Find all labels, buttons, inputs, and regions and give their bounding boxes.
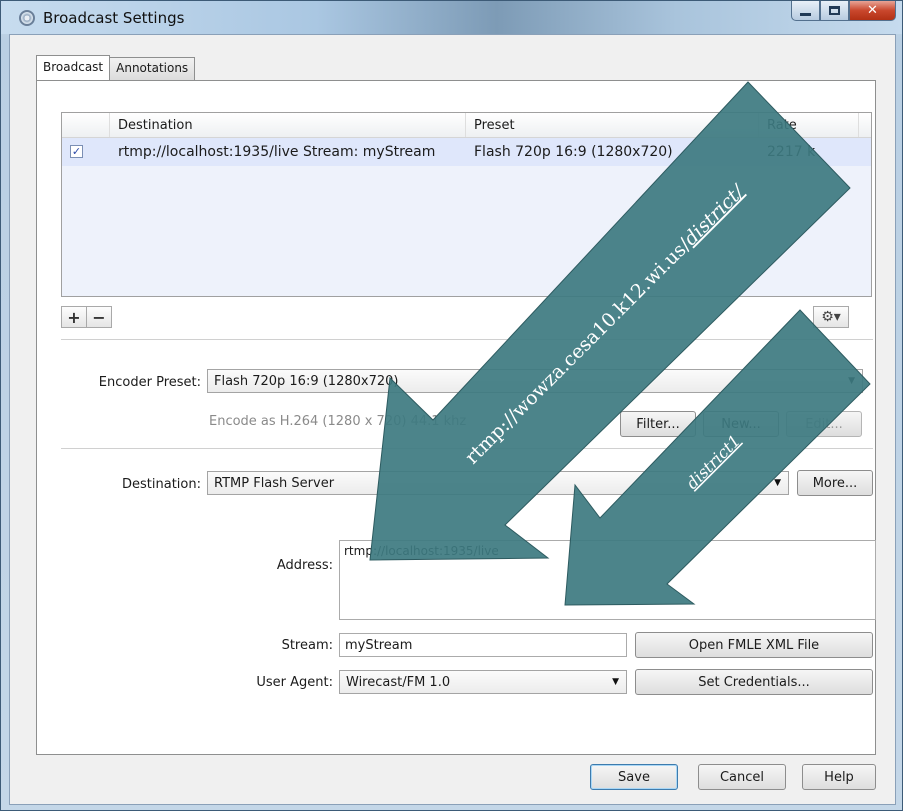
checkmark-icon: ✓ (71, 145, 82, 158)
cancel-button[interactable]: Cancel (698, 764, 786, 790)
new-preset-button[interactable]: New... (703, 411, 779, 437)
header-rate[interactable]: Rate (759, 113, 859, 137)
row-enabled-checkbox[interactable]: ✓ (70, 145, 83, 158)
encoder-hint: Encode as H.264 (1280 x 720) 44.1 khz (209, 414, 467, 429)
broadcast-tab-panel: Destination Preset Rate ✓ rtmp://localho… (36, 80, 876, 755)
open-fmle-xml-button[interactable]: Open FMLE XML File (635, 632, 873, 658)
row-checkbox-cell: ✓ (62, 138, 110, 166)
chevron-down-icon: ▼ (612, 677, 619, 687)
save-button[interactable]: Save (590, 764, 678, 790)
divider (61, 448, 873, 449)
address-label: Address: (276, 558, 333, 573)
table-header: Destination Preset Rate (62, 113, 871, 138)
maximize-button[interactable] (820, 1, 849, 21)
set-credentials-button[interactable]: Set Credentials... (635, 669, 873, 695)
window-controls: ✕ (791, 1, 896, 21)
dialog-client-area: Broadcast Annotations Destination Preset… (9, 34, 896, 805)
close-button[interactable]: ✕ (849, 1, 896, 21)
table-buttons: + − (61, 306, 112, 328)
header-checkbox-column (62, 113, 110, 137)
add-destination-button[interactable]: + (61, 306, 87, 328)
address-textarea[interactable]: rtmp://localhost:1935/live (339, 540, 876, 620)
title-bar[interactable]: Broadcast Settings ✕ (1, 1, 902, 34)
filter-button[interactable]: Filter... (620, 411, 696, 437)
app-icon (19, 10, 35, 26)
stream-label: Stream: (281, 638, 333, 653)
remove-destination-button[interactable]: − (86, 306, 112, 328)
destination-value: RTMP Flash Server (214, 476, 335, 491)
user-agent-value: Wirecast/FM 1.0 (346, 675, 451, 690)
destination-select[interactable]: RTMP Flash Server ▼ (207, 471, 789, 495)
minimize-icon (800, 12, 811, 16)
tab-annotations[interactable]: Annotations (109, 57, 196, 80)
window-title: Broadcast Settings (43, 9, 185, 27)
user-agent-label: User Agent: (256, 675, 333, 690)
help-button[interactable]: Help (802, 764, 876, 790)
gear-menu-button[interactable]: ⚙▾ (813, 306, 849, 328)
close-icon: ✕ (867, 3, 878, 18)
encoder-preset-label: Encoder Preset: (98, 375, 201, 390)
user-agent-select[interactable]: Wirecast/FM 1.0 ▼ (339, 670, 627, 694)
minus-icon: − (92, 307, 106, 327)
plus-icon: + (67, 307, 81, 327)
encoder-preset-value: Flash 720p 16:9 (1280x720) (214, 374, 399, 389)
row-destination: rtmp://localhost:1935/live Stream: myStr… (118, 144, 436, 160)
destinations-table: Destination Preset Rate ✓ rtmp://localho… (61, 112, 872, 297)
destination-label: Destination: (122, 477, 201, 492)
stream-input[interactable]: myStream (339, 633, 627, 657)
chevron-down-icon: ▼ (774, 478, 781, 488)
tab-strip: Broadcast Annotations (36, 55, 196, 80)
chevron-down-icon: ▼ (848, 376, 855, 386)
row-rate: 2217 k (767, 144, 816, 160)
row-preset: Flash 720p 16:9 (1280x720) (474, 144, 673, 160)
header-destination[interactable]: Destination (110, 113, 466, 137)
divider (61, 339, 873, 340)
header-preset[interactable]: Preset (466, 113, 759, 137)
maximize-icon (829, 6, 840, 15)
encoder-preset-select[interactable]: Flash 720p 16:9 (1280x720) ▼ (207, 369, 863, 393)
minimize-button[interactable] (791, 1, 820, 21)
broadcast-settings-window: Broadcast Settings ✕ Broadcast Annotatio… (0, 0, 903, 811)
more-button[interactable]: More... (797, 470, 873, 496)
edit-preset-button[interactable]: Edit... (786, 411, 862, 437)
tab-broadcast[interactable]: Broadcast (36, 55, 111, 80)
table-row[interactable]: ✓ rtmp://localhost:1935/live Stream: myS… (62, 138, 871, 166)
gear-icon: ⚙▾ (821, 309, 841, 325)
